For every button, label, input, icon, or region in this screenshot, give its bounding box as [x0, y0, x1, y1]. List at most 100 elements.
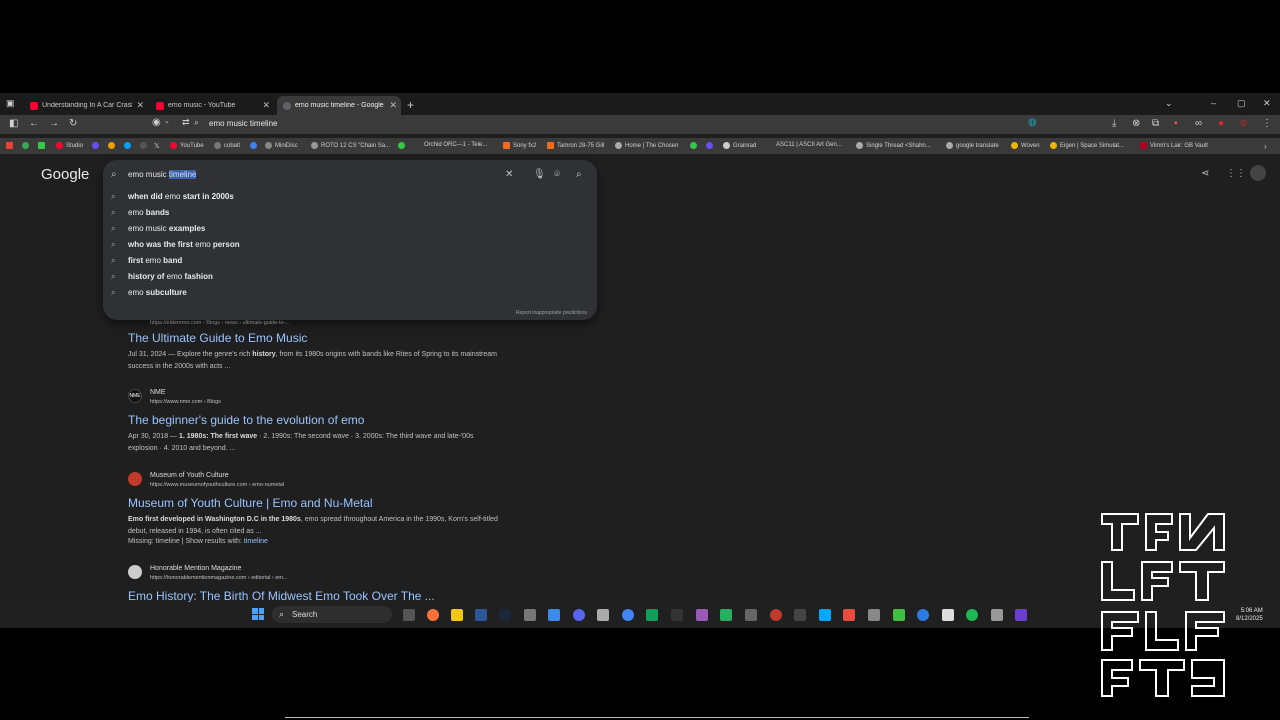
bookmark-youtube[interactable]: YouTube: [170, 142, 204, 149]
red-extension-icon[interactable]: ●: [1218, 118, 1224, 129]
bookmark-icon[interactable]: [108, 142, 118, 149]
google-logo[interactable]: Google: [41, 166, 89, 183]
reload-button[interactable]: ↻: [69, 118, 77, 129]
steam-icon[interactable]: [499, 609, 511, 621]
bookmark-icon[interactable]: [690, 142, 700, 149]
extension-icon[interactable]: ⊗: [1132, 118, 1140, 129]
bookmark-icon[interactable]: [22, 142, 32, 149]
calculator-icon[interactable]: [548, 609, 560, 621]
suggestion-item[interactable]: ⌕ emo bands: [103, 208, 597, 222]
result-site[interactable]: Honorable Mention Magazine: [150, 565, 241, 572]
result-title-link[interactable]: Museum of Youth Culture | Emo and Nu-Met…: [128, 496, 373, 510]
address-bar[interactable]: ◉ ⌄ ⇄ ⌕ emo music timeline ◍: [150, 117, 1050, 132]
bookmark-vimms-lair[interactable]: Vimm's Lair: GB Vault: [1140, 142, 1208, 149]
bookmark-tamron[interactable]: Tamron 28-75 Gill: [547, 142, 604, 149]
app-icon[interactable]: [646, 609, 658, 621]
app-icon[interactable]: [991, 609, 1003, 621]
windows-start-icon[interactable]: [252, 608, 264, 620]
tab-search-chevron-icon[interactable]: ⌄: [1165, 98, 1173, 109]
result-url[interactable]: https://www.museumofyouthculture.com › e…: [150, 482, 284, 488]
bookmark-cobalt[interactable]: cobalt: [214, 142, 240, 149]
search-box[interactable]: ⌕ emo music timeline ✕ 🎙 ⌾ ⌕ ⌕ when did e…: [103, 160, 597, 320]
menu-icon[interactable]: ⋮: [1262, 118, 1272, 129]
tune-icon[interactable]: ⇄: [182, 117, 190, 128]
chrome-icon[interactable]: [622, 609, 634, 621]
app-icon[interactable]: [475, 609, 487, 621]
x-icon[interactable]: 𝕏: [154, 142, 160, 150]
bookmark-eigen[interactable]: Eigen | Space Simulat...: [1050, 142, 1124, 149]
firefox-icon[interactable]: [427, 609, 439, 621]
bookmark-icon[interactable]: [398, 142, 408, 149]
app-icon[interactable]: [893, 609, 905, 621]
app-icon[interactable]: [597, 609, 609, 621]
mail-icon[interactable]: [843, 609, 855, 621]
back-button[interactable]: ←: [29, 118, 39, 129]
close-icon[interactable]: ✕: [389, 100, 397, 111]
suggestion-item[interactable]: ⌕ first emo band: [103, 256, 597, 270]
result-site[interactable]: Museum of Youth Culture: [150, 472, 229, 479]
suggestion-item[interactable]: ⌕ who was the first emo person: [103, 240, 597, 254]
new-tab-button[interactable]: +: [407, 98, 414, 112]
glasses-icon[interactable]: ∞: [1195, 118, 1202, 129]
folder-icon[interactable]: [451, 609, 463, 621]
bookmark-icon[interactable]: [250, 142, 260, 149]
notepad-icon[interactable]: [942, 609, 954, 621]
bookmark-icon[interactable]: [92, 142, 102, 149]
system-clock[interactable]: 5:06 AM 8/12/2025: [1236, 607, 1263, 623]
suggestion-item[interactable]: ⌕ history of emo fashion: [103, 272, 597, 286]
result-url[interactable]: https://honorablementionmagazine.com › e…: [150, 575, 288, 581]
task-view-icon[interactable]: [403, 609, 415, 621]
forward-button[interactable]: →: [49, 118, 59, 129]
result-site[interactable]: NME: [150, 389, 166, 396]
bookmark-icon[interactable]: [38, 142, 48, 149]
minimize-button[interactable]: –: [1211, 98, 1216, 108]
extension-badge-icon[interactable]: ▪: [1174, 118, 1178, 129]
apps-grid-icon[interactable]: ⋮⋮: [1226, 168, 1246, 179]
bookmark-sony[interactable]: Sony fx2: [503, 142, 536, 149]
camera-icon[interactable]: ⌾: [554, 169, 560, 180]
bookmark-grainrad[interactable]: Grainrad: [723, 142, 756, 149]
search-input[interactable]: emo music timeline: [128, 170, 197, 179]
search-button[interactable]: ⌕: [576, 169, 582, 180]
bookmark-icon[interactable]: [124, 142, 134, 149]
bookmark-orchid[interactable]: Orchid ORC—1 - Tele...: [424, 142, 487, 148]
suggestion-item[interactable]: ⌕ emo subculture: [103, 288, 597, 302]
spotify-icon[interactable]: [966, 609, 978, 621]
bookmark-icon[interactable]: [140, 142, 150, 149]
app-icon[interactable]: [745, 609, 757, 621]
app-icon[interactable]: [696, 609, 708, 621]
result-url[interactable]: https://elderemo.com › Blogs › news › ul…: [150, 320, 290, 326]
record-icon[interactable]: ◎: [1240, 118, 1247, 127]
bookmark-minidisc[interactable]: MiniDisc: [265, 142, 298, 149]
avatar[interactable]: [1250, 165, 1266, 181]
tab-youtube[interactable]: emo music - YouTube ✕: [150, 96, 274, 115]
chevron-right-icon[interactable]: ›: [1264, 142, 1267, 151]
result-title-link[interactable]: The beginner's guide to the evolution of…: [128, 413, 364, 427]
suggestion-item[interactable]: ⌕ emo music examples: [103, 224, 597, 238]
bookmark-single-thread[interactable]: Single Thread <Shahn...: [856, 142, 931, 149]
show-results-link[interactable]: timeline: [244, 538, 268, 545]
sidebar-icon[interactable]: ◧: [9, 118, 18, 129]
bookmark-woven[interactable]: Woven: [1011, 142, 1040, 149]
app-icon[interactable]: [770, 609, 782, 621]
tab-car-crash[interactable]: Understanding In A Car Crash - ✕: [24, 96, 148, 115]
gmail-icon[interactable]: [6, 142, 16, 149]
bookmark-ascii[interactable]: ASC11 | ASCII Art Gen...: [776, 142, 842, 148]
result-url[interactable]: https://www.nme.com › Blogs: [150, 399, 221, 405]
tab-google-search[interactable]: emo music timeline - Google S ✕: [277, 96, 401, 115]
app-icon[interactable]: [524, 609, 536, 621]
app-icon[interactable]: [794, 609, 806, 621]
report-predictions-link[interactable]: Report inappropriate predictions: [516, 310, 587, 316]
tab-actions-icon[interactable]: ▣: [6, 98, 15, 109]
clear-icon[interactable]: ✕: [505, 169, 513, 180]
taskbar-search[interactable]: ⌕ Search: [272, 606, 392, 623]
close-icon[interactable]: ✕: [262, 100, 270, 111]
puzzle-icon[interactable]: ⧉: [1152, 118, 1159, 129]
bookmark-the-chosen[interactable]: Home | The Chosen: [615, 142, 678, 149]
app-icon[interactable]: [868, 609, 880, 621]
maximize-button[interactable]: ▢: [1237, 98, 1246, 109]
app-icon[interactable]: [917, 609, 929, 621]
microphone-icon[interactable]: 🎙: [533, 169, 546, 180]
close-window-button[interactable]: ✕: [1263, 98, 1271, 109]
discord-icon[interactable]: [573, 609, 585, 621]
